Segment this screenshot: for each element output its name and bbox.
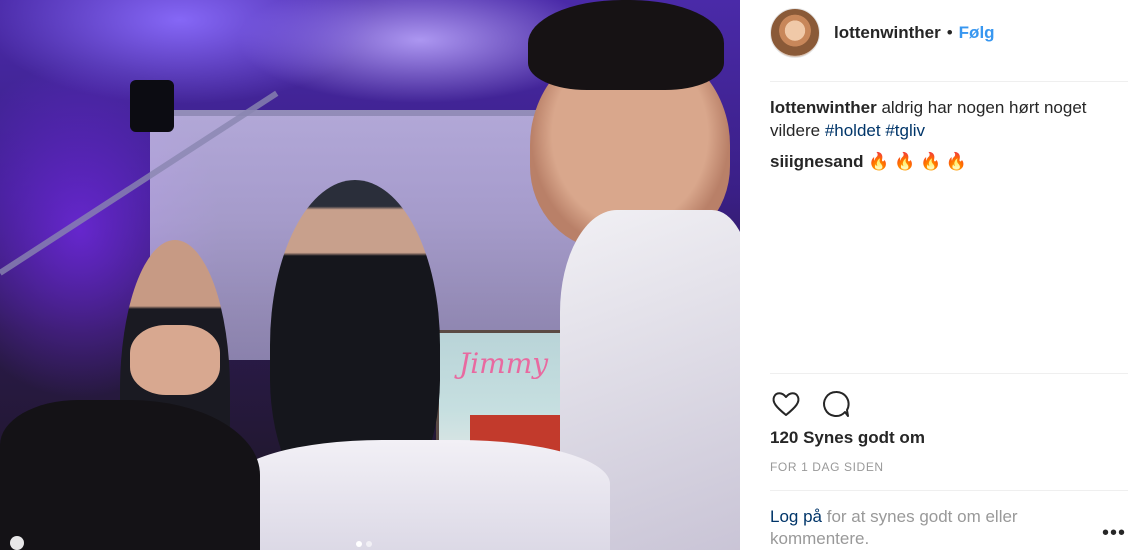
post-timestamp[interactable]: FOR 1 DAG SIDEN bbox=[770, 460, 884, 474]
follow-button[interactable]: Følg bbox=[959, 23, 995, 43]
comment: siiignesand 🔥 🔥 🔥 🔥 bbox=[770, 150, 967, 173]
stage-sign-text: Jimmy bbox=[459, 347, 549, 380]
heart-icon[interactable] bbox=[770, 388, 802, 420]
carousel-dot bbox=[356, 541, 362, 547]
stage-light bbox=[130, 80, 174, 132]
performer-right-hair bbox=[528, 0, 724, 90]
header-separator: • bbox=[946, 23, 953, 42]
header-username[interactable]: lottenwinther bbox=[834, 23, 941, 43]
more-options-icon[interactable]: ••• bbox=[1102, 522, 1126, 545]
comment-username[interactable]: siiignesand bbox=[770, 152, 864, 171]
post-photo[interactable]: Jimmy bbox=[0, 0, 740, 550]
comment-text: 🔥 🔥 🔥 🔥 bbox=[863, 152, 968, 171]
login-prompt: Log på for at synes godt om eller kommen… bbox=[770, 506, 1070, 550]
like-count[interactable]: 120 Synes godt om bbox=[770, 428, 925, 448]
tent-beam bbox=[150, 110, 580, 116]
caption: lottenwinther aldrig har nogen hørt noge… bbox=[770, 96, 1120, 142]
action-bar bbox=[770, 388, 852, 420]
hashtag-link[interactable]: #tgliv bbox=[885, 121, 925, 140]
sleeve bbox=[230, 440, 610, 550]
login-link[interactable]: Log på bbox=[770, 507, 822, 526]
comment-icon[interactable] bbox=[820, 388, 852, 420]
arm-dark bbox=[0, 400, 260, 550]
user-tag-icon[interactable] bbox=[10, 536, 24, 550]
carousel-dot bbox=[366, 541, 372, 547]
avatar[interactable] bbox=[770, 8, 820, 58]
post-header: lottenwinther • Følg bbox=[770, 8, 995, 58]
header-divider bbox=[770, 81, 1128, 82]
hands bbox=[130, 325, 220, 395]
actions-divider bbox=[770, 373, 1128, 374]
login-divider bbox=[770, 490, 1128, 491]
hashtag-link[interactable]: #holdet bbox=[825, 121, 881, 140]
caption-username[interactable]: lottenwinther bbox=[770, 98, 877, 117]
carousel-dots bbox=[356, 541, 372, 547]
post-sidebar: lottenwinther • Følg lottenwinther aldri… bbox=[740, 0, 1140, 550]
